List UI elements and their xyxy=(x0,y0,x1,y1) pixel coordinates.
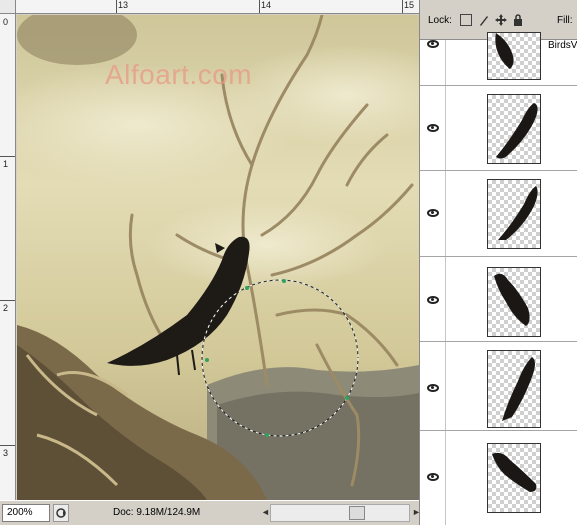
scroll-left-icon[interactable]: ◄ xyxy=(261,507,270,517)
document-canvas[interactable]: Alfoart.com xyxy=(17,15,419,500)
watermark-text: Alfoart.com xyxy=(105,59,253,90)
horizontal-ruler[interactable]: 13 14 15 xyxy=(16,0,419,14)
lock-move-icon[interactable] xyxy=(495,14,507,26)
layer-name[interactable]: BirdsVa xyxy=(548,40,577,51)
document-size-info: Doc: 9.18M/124.9M xyxy=(113,507,201,518)
layer-row[interactable] xyxy=(420,86,577,171)
layer-thumbnail[interactable] xyxy=(487,350,541,428)
vertical-ruler[interactable]: 0 1 2 3 xyxy=(0,14,16,500)
ruler-tick xyxy=(0,300,15,301)
eye-icon xyxy=(427,209,439,217)
layer-visibility-toggle[interactable] xyxy=(420,257,446,341)
ruler-label-2: 2 xyxy=(3,303,9,313)
layer-thumbnail[interactable] xyxy=(487,32,541,80)
ruler-tick xyxy=(402,0,403,13)
eye-icon xyxy=(427,124,439,132)
layer-visibility-toggle[interactable] xyxy=(420,431,446,525)
layer-thumbnail[interactable] xyxy=(487,267,541,337)
layers-panel: Lock: Fill: BirdsVa xyxy=(419,0,577,525)
lock-transparent-icon[interactable] xyxy=(460,14,472,26)
ruler-tick xyxy=(259,0,260,13)
layer-visibility-toggle[interactable] xyxy=(420,342,446,430)
layer-row[interactable]: BirdsVa xyxy=(420,32,577,86)
ruler-label-0: 0 xyxy=(3,17,9,27)
layer-thumbnail[interactable] xyxy=(487,443,541,513)
layer-row[interactable] xyxy=(420,257,577,342)
layer-thumbnail[interactable] xyxy=(487,94,541,164)
ruler-label-3: 3 xyxy=(3,448,9,458)
ruler-label-1: 1 xyxy=(3,159,9,169)
layer-thumbnail[interactable] xyxy=(487,179,541,249)
status-arrow-icon xyxy=(56,508,66,518)
ruler-origin[interactable] xyxy=(0,0,16,14)
eye-icon xyxy=(427,296,439,304)
lock-all-icon[interactable] xyxy=(512,14,524,26)
eye-icon xyxy=(427,473,439,481)
ruler-label-13: 13 xyxy=(118,0,129,10)
scrollbar-thumb[interactable] xyxy=(349,506,365,520)
zoom-level-field[interactable]: 200% xyxy=(2,504,50,522)
ruler-tick xyxy=(116,0,117,13)
layer-row[interactable] xyxy=(420,431,577,525)
layer-row[interactable] xyxy=(420,342,577,431)
layer-row[interactable] xyxy=(420,171,577,257)
lock-brush-icon[interactable] xyxy=(478,14,490,26)
status-menu-button[interactable] xyxy=(53,504,69,522)
layer-visibility-toggle[interactable] xyxy=(420,171,446,256)
ruler-label-15: 15 xyxy=(404,0,415,10)
eye-icon xyxy=(427,40,439,48)
status-bar: 200% Doc: 9.18M/124.9M ◄ ► xyxy=(0,500,421,525)
ruler-label-14: 14 xyxy=(261,0,272,10)
photoshop-window: 13 14 15 0 1 2 3 Alfoart.com 200% Doc: 9… xyxy=(0,0,577,525)
ruler-tick xyxy=(0,445,15,446)
eye-icon xyxy=(427,384,439,392)
fill-label: Fill: xyxy=(557,15,573,26)
lock-label: Lock: xyxy=(428,15,452,26)
layer-visibility-toggle[interactable] xyxy=(420,40,446,85)
layer-visibility-toggle[interactable] xyxy=(420,86,446,170)
ruler-tick xyxy=(0,156,15,157)
horizontal-scrollbar[interactable] xyxy=(270,504,410,522)
